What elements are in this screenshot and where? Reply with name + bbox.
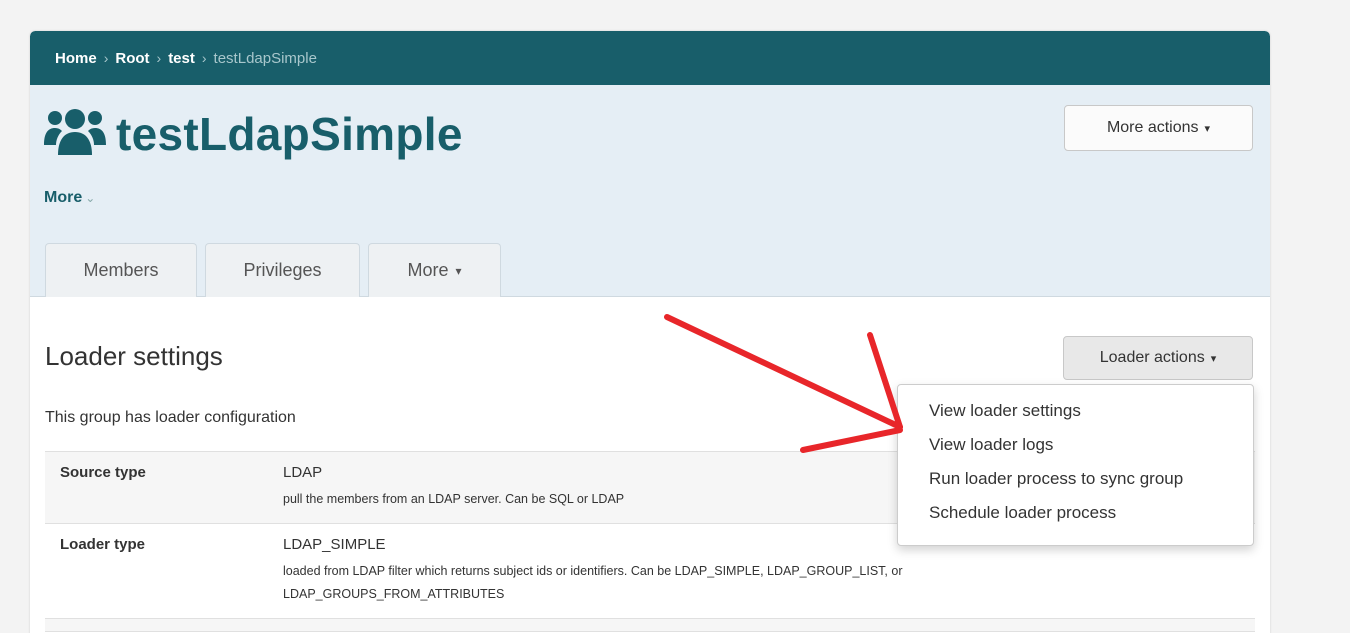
tab-label: Members (83, 260, 159, 280)
more-link-label: More (44, 189, 83, 206)
breadcrumb: Home › Root › test › testLdapSimple (30, 31, 1270, 85)
tab-more[interactable]: More ▾ (368, 243, 501, 297)
tab-members[interactable]: Members (45, 243, 197, 297)
chevron-down-icon: ⌄ (85, 191, 96, 205)
breadcrumb-separator: › (201, 50, 207, 66)
breadcrumb-home[interactable]: Home (55, 50, 97, 67)
breadcrumb-separator: › (156, 50, 162, 66)
menu-item-view-loader-logs[interactable]: View loader logs (898, 431, 1253, 465)
more-actions-button[interactable]: More actions ▾ (1064, 105, 1253, 151)
breadcrumb-current: testLdapSimple (213, 49, 317, 67)
breadcrumb-root[interactable]: Root (115, 50, 149, 67)
menu-item-view-loader-settings[interactable]: View loader settings (898, 397, 1253, 431)
tab-bar: Members Privileges More ▾ (45, 243, 509, 297)
group-header: testLdapSimple More actions ▾ More ⌄ Memb… (30, 85, 1270, 297)
title-row: testLdapSimple (44, 105, 463, 162)
table-row (45, 618, 1255, 632)
loader-actions-menu: View loader settings View loader logs Ru… (897, 384, 1254, 546)
tab-label: More (407, 260, 449, 280)
tab-label: Privileges (243, 260, 322, 280)
page-title: testLdapSimple (116, 107, 463, 160)
menu-item-schedule-loader-process[interactable]: Schedule loader process (898, 499, 1253, 533)
section-title: Loader settings (45, 341, 223, 371)
users-icon (44, 105, 106, 162)
more-actions-label: More actions (1106, 119, 1199, 136)
breadcrumb-test[interactable]: test (168, 50, 195, 67)
menu-item-run-loader-process[interactable]: Run loader process to sync group (898, 465, 1253, 499)
loader-description: This group has loader configuration (45, 409, 296, 426)
loader-actions-label: Loader actions (1099, 349, 1205, 366)
row-label: Source type (60, 464, 146, 481)
tab-privileges[interactable]: Privileges (205, 243, 360, 297)
more-menu-link[interactable]: More ⌄ (44, 189, 95, 207)
caret-down-icon: ▾ (455, 263, 462, 278)
row-note: loaded from LDAP filter which returns su… (283, 564, 903, 601)
caret-down-icon: ▾ (1210, 352, 1217, 365)
row-label: Loader type (60, 536, 146, 553)
loader-actions-button[interactable]: Loader actions ▾ (1063, 336, 1253, 380)
caret-down-icon: ▾ (1204, 122, 1211, 135)
breadcrumb-separator: › (103, 50, 109, 66)
